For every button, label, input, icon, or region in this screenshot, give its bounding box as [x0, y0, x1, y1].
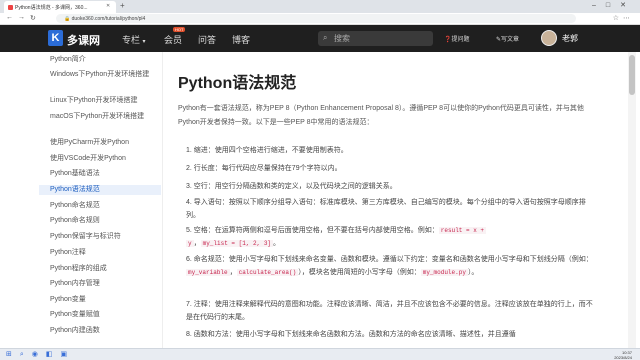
list-item: 7. 注释：使用注释来解释代码的意图和功能。注释应该清晰、简洁，并且不应该包含不… [186, 301, 593, 321]
logo-icon[interactable]: K [48, 30, 63, 46]
inline-code: my_list = [1, 2, 3] [200, 240, 274, 247]
sidebar-item[interactable]: Windows下Python开发环境搭建 [39, 70, 161, 80]
sidebar-item[interactable]: Python变量赋值 [39, 310, 161, 320]
inline-code: result = x + [438, 227, 487, 234]
sidebar-item[interactable]: Python变量 [39, 295, 161, 305]
logo-text[interactable]: 多课网 [67, 32, 100, 48]
url-field[interactable]: 🔒 duoke360.com/tutorial/python/pl4 [56, 14, 576, 23]
lock-icon: 🔒 [64, 16, 71, 22]
intro-paragraph: Python有一套语法规范，称为PEP 8（Python Enhancement… [178, 105, 584, 126]
back-icon[interactable]: ← [6, 14, 13, 21]
list-item: 6. 命名规范：使用小写字母和下划线来命名变量、函数和模块。遵循以下约定：变量名… [186, 256, 593, 276]
new-tab-icon[interactable]: + [120, 1, 125, 10]
os-taskbar: ⊞⌕◉◧▣ 10:37 2023/8/24 [0, 348, 640, 360]
list-item: 3. 空行：用空行分隔函数和类的定义，以及代码块之间的逻辑关系。 [186, 183, 397, 190]
write-article-button[interactable]: ✎写文章 [496, 34, 519, 43]
article-content: Python语法规范 Python有一套语法规范，称为PEP 8（Python … [168, 52, 598, 348]
list-item: 1. 缩进：使用四个空格进行缩进，不要使用制表符。 [186, 147, 348, 154]
system-clock[interactable]: 10:37 2023/8/24 [614, 350, 632, 360]
browser-tab-strip: Python语法规范 - 多课网，360... ✕ + –□✕ [0, 0, 640, 13]
sidebar-item-active[interactable]: Python语法规范 [39, 185, 161, 195]
scrollbar-thumb[interactable] [629, 55, 635, 95]
search-box[interactable]: ⌕ [318, 31, 433, 46]
nav-zhuanlan[interactable]: 专栏 ▾ [122, 33, 146, 46]
tutorial-sidebar: Python简介 Windows下Python开发环境搭建 Linux下Pyth… [39, 52, 163, 348]
avatar[interactable] [541, 30, 557, 46]
chevron-down-icon: ▾ [142, 39, 146, 45]
forward-icon[interactable]: → [18, 14, 25, 21]
site-header: K 多课网 专栏 ▾ HOT 会员 问答 博客 ⌕ ❓提问题 ✎写文章 老郭 [0, 25, 640, 52]
ask-question-button[interactable]: ❓提问题 [444, 34, 470, 43]
inline-code: my_variable [186, 269, 230, 276]
search-input[interactable] [334, 33, 429, 44]
sidebar-item[interactable]: macOS下Python开发环境搭建 [39, 112, 161, 122]
page-title: Python语法规范 [178, 75, 297, 92]
site-favicon-icon [8, 5, 13, 10]
inline-code: y [186, 240, 194, 247]
sidebar-item[interactable]: Python命名规范 [39, 201, 161, 211]
inline-code: my_module.py [420, 269, 468, 276]
sidebar-item[interactable]: Python注释 [39, 248, 161, 258]
sidebar-item[interactable]: Python命名规则 [39, 216, 161, 226]
url-text: duoke360.com/tutorial/python/pl4 [71, 16, 146, 22]
inline-code: calculate_area() [236, 269, 299, 276]
list-item: 2. 行长度：每行代码应尽量保持在79个字符以内。 [186, 165, 342, 172]
sidebar-item[interactable]: Python简介 [39, 55, 161, 65]
sidebar-item[interactable]: Python程序的组成 [39, 264, 161, 274]
hot-badge: HOT [173, 27, 186, 32]
browser-toolbar-icons[interactable]: ☆⋯ [613, 14, 634, 22]
sidebar-item[interactable]: Python内存管理 [39, 279, 161, 289]
address-bar-row: ← → ↻ 🔒 duoke360.com/tutorial/python/pl4… [0, 13, 640, 25]
reload-icon[interactable]: ↻ [30, 14, 36, 22]
sidebar-item[interactable]: Python基础语法 [39, 169, 161, 179]
browser-tab[interactable]: Python语法规范 - 多课网，360... [4, 1, 116, 13]
list-item: 8. 函数和方法：使用小写字母和下划线来命名函数和方法。函数和方法的命名应该清晰… [186, 331, 516, 338]
username[interactable]: 老郭 [562, 33, 578, 44]
window-controls[interactable]: –□✕ [592, 1, 636, 9]
nav-huiyuan[interactable]: 会员 [164, 33, 182, 46]
sidebar-item[interactable]: Linux下Python开发环境搭建 [39, 96, 161, 106]
taskbar-app-icons[interactable]: ⊞⌕◉◧▣ [6, 350, 75, 359]
search-icon[interactable]: ⌕ [323, 33, 327, 43]
sidebar-item[interactable]: Python保留字与标识符 [39, 232, 161, 242]
list-item: 5. 空格：在运算符两侧和逗号后面使用空格，但不要在括号内部使用空格。例如： re… [186, 227, 487, 247]
nav-boke[interactable]: 博客 [232, 33, 250, 46]
sidebar-item[interactable]: 使用PyCharm开发Python [39, 138, 161, 148]
tab-close-icon[interactable]: ✕ [106, 3, 110, 9]
sidebar-item[interactable]: Python内建函数 [39, 326, 161, 336]
nav-wenda[interactable]: 问答 [198, 33, 216, 46]
tab-title: Python语法规范 - 多课网，360... [15, 5, 88, 11]
list-item: 4. 导入语句：按照以下顺序分组导入语句：标准库模块、第三方库模块、自己编写的模… [186, 199, 586, 219]
sidebar-item[interactable]: 使用VSCode开发Python [39, 154, 161, 164]
page-scrollbar[interactable] [628, 52, 636, 348]
